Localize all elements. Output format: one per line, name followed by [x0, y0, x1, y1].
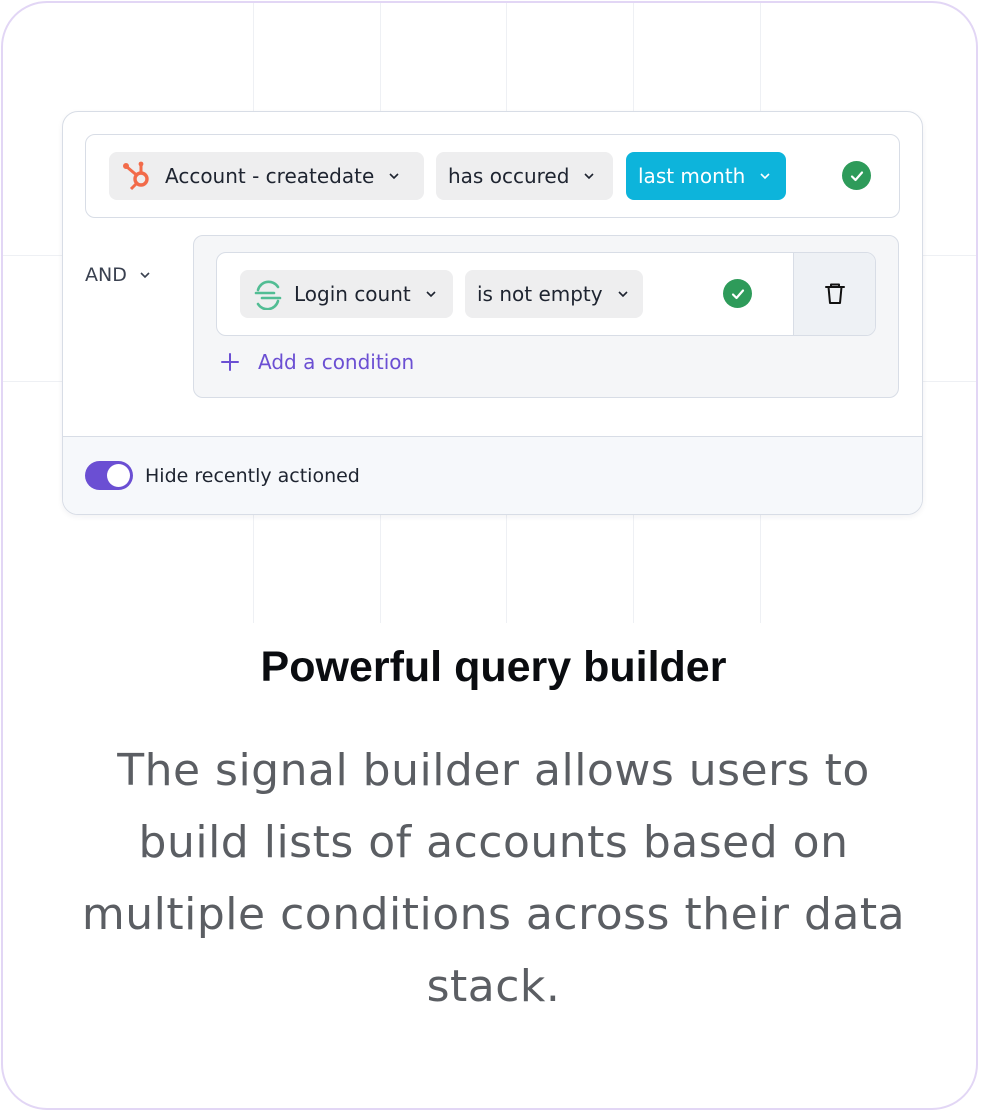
- field-select-account-createdate[interactable]: Account - createdate: [109, 152, 424, 200]
- connector-label: AND: [85, 264, 127, 286]
- check-circle-icon: [842, 161, 871, 190]
- field-label: Login count: [294, 282, 411, 306]
- trash-icon: [824, 283, 845, 304]
- chevron-down-icon: [389, 173, 399, 180]
- field-label: Account - createdate: [165, 164, 375, 188]
- condition-group: Login count is not empty Add a condition: [193, 235, 899, 398]
- segment-icon: [252, 278, 284, 310]
- condition-row-primary: Account - createdate has occured last mo…: [85, 134, 900, 218]
- operator-label: has occured: [448, 164, 570, 188]
- value-select-last-month[interactable]: last month: [626, 152, 786, 200]
- chevron-down-icon: [760, 173, 770, 180]
- chevron-down-icon: [140, 272, 150, 279]
- query-builder-panel: Account - createdate has occured last mo…: [62, 111, 923, 515]
- chevron-down-icon: [618, 291, 628, 298]
- condition-row-nested: Login count is not empty: [216, 252, 876, 336]
- delete-condition-button[interactable]: [793, 253, 875, 335]
- logic-connector-select[interactable]: AND: [85, 264, 151, 286]
- field-select-login-count[interactable]: Login count: [240, 270, 453, 318]
- add-condition-label: Add a condition: [258, 350, 415, 374]
- hide-recently-actioned-toggle[interactable]: [85, 461, 133, 490]
- toggle-label: Hide recently actioned: [145, 464, 360, 487]
- operator-select-is-not-empty[interactable]: is not empty: [465, 270, 643, 318]
- builder-footer: Hide recently actioned: [63, 436, 922, 514]
- operator-select-has-occured[interactable]: has occured: [436, 152, 613, 200]
- operator-label: is not empty: [477, 282, 603, 306]
- card-description: The signal builder allows users to build…: [81, 745, 906, 1012]
- chevron-down-icon: [584, 173, 594, 180]
- hubspot-icon: [121, 159, 155, 193]
- check-circle-icon: [723, 279, 752, 308]
- add-condition-button[interactable]: Add a condition: [220, 350, 414, 374]
- card-title: Powerful query builder: [260, 643, 727, 691]
- toggle-knob: [107, 464, 130, 487]
- chevron-down-icon: [426, 291, 436, 298]
- value-label: last month: [638, 164, 746, 188]
- feature-card: Account - createdate has occured last mo…: [1, 1, 978, 1110]
- plus-icon: [221, 353, 239, 371]
